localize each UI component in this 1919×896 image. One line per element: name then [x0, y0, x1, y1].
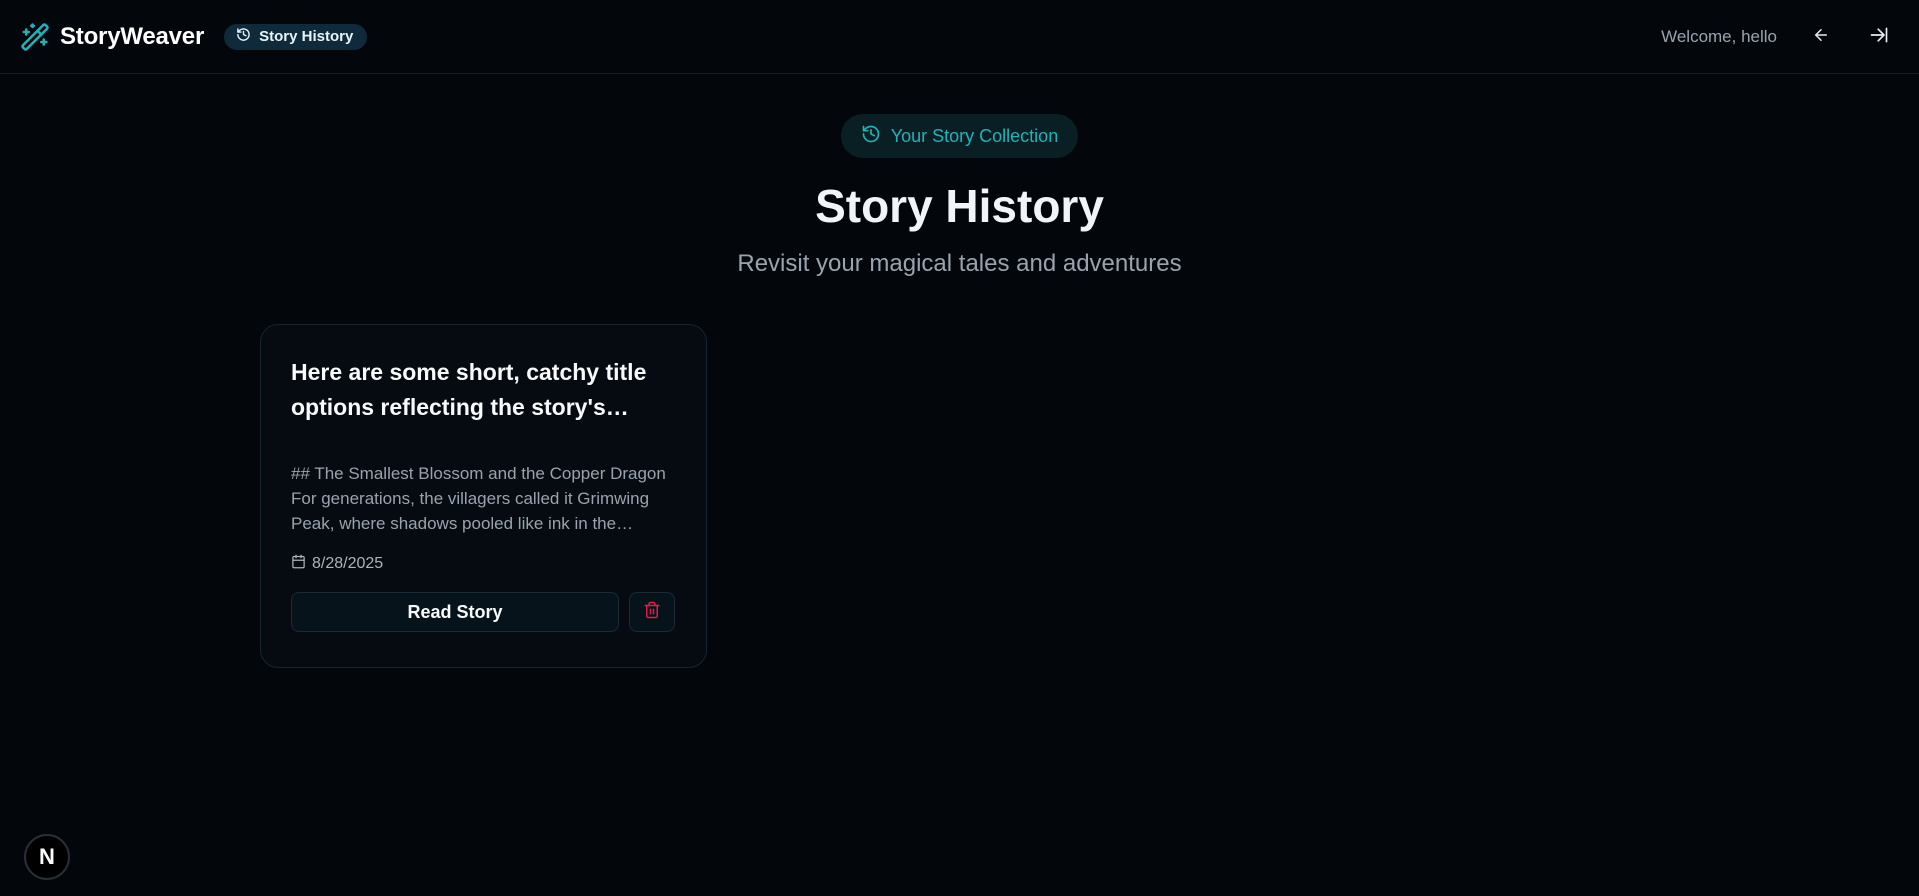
- header-actions: Welcome, hello: [1661, 0, 1899, 74]
- story-date: 8/28/2025: [291, 554, 676, 574]
- story-actions: Read Story: [291, 592, 676, 632]
- next-badge-letter: N: [39, 844, 55, 869]
- top-nav-bar: StoryWeaver Story History Welcome, hello: [0, 0, 1919, 74]
- magic-wand-icon: [20, 22, 50, 52]
- story-title: Here are some short, catchy title option…: [291, 359, 647, 420]
- collection-badge-label: Your Story Collection: [890, 125, 1059, 146]
- brand[interactable]: StoryWeaver: [20, 22, 204, 52]
- back-button[interactable]: [1801, 17, 1841, 57]
- brand-name: StoryWeaver: [60, 22, 205, 50]
- logout-button[interactable]: [1859, 17, 1899, 57]
- nav-pill-label: Story History: [259, 28, 354, 45]
- logout-icon: [1869, 25, 1889, 50]
- hero-section: Your Story Collection Story History Revi…: [0, 74, 1919, 278]
- calendar-icon: [291, 554, 306, 574]
- trash-icon: [643, 601, 661, 624]
- nav-pill-story-history[interactable]: Story History: [224, 23, 368, 50]
- story-date-text: 8/28/2025: [312, 555, 384, 572]
- next-dev-badge[interactable]: N: [24, 834, 70, 880]
- read-story-button[interactable]: Read Story: [291, 592, 619, 632]
- arrow-left-icon: [1812, 26, 1830, 49]
- history-icon: [236, 27, 251, 46]
- story-excerpt: ## The Smallest Blossom and the Copper D…: [291, 464, 666, 533]
- story-card: Here are some short, catchy title option…: [260, 324, 707, 668]
- history-icon: [861, 124, 881, 149]
- collection-badge: Your Story Collection: [840, 114, 1079, 158]
- page-title: Story History: [815, 180, 1104, 232]
- welcome-text: Welcome, hello: [1661, 27, 1777, 46]
- page-subtitle: Revisit your magical tales and adventure…: [737, 250, 1182, 277]
- delete-story-button[interactable]: [629, 592, 675, 632]
